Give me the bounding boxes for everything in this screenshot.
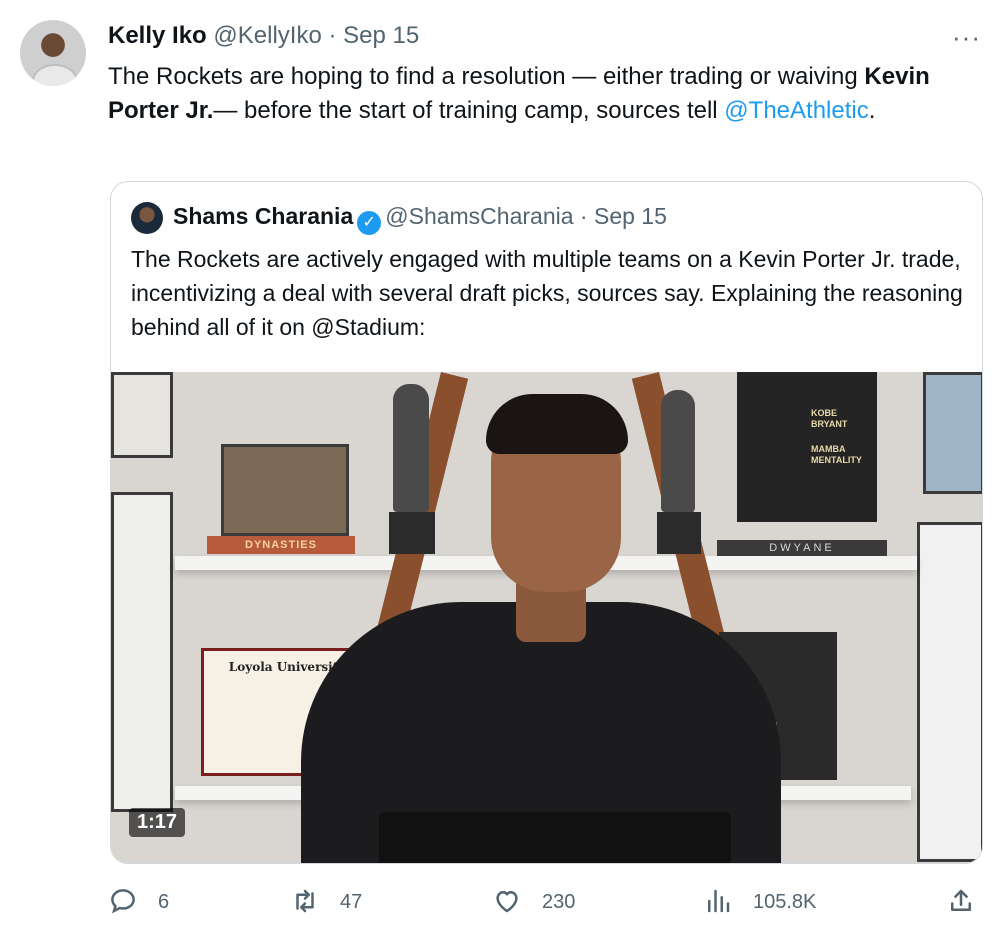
tweet-text-part: — before the start of training camp, sou… [213, 97, 725, 124]
quoted-tweet[interactable]: Shams Charania ✓ @ShamsCharania · Sep 15 T… [110, 181, 983, 864]
reply-icon [108, 886, 140, 918]
wall-frame [111, 492, 173, 812]
views-icon [703, 886, 735, 918]
tweet-text: The Rockets are hoping to find a resolut… [108, 60, 978, 128]
wall-frame [111, 372, 173, 458]
retweet-count: 47 [340, 890, 363, 913]
quoted-text: The Rockets are actively engaged with mu… [131, 246, 963, 340]
tweet-date[interactable]: Sep 15 [343, 22, 419, 49]
reply-button[interactable]: 6 [108, 880, 169, 924]
quoted-date[interactable]: Sep 15 [594, 203, 667, 229]
like-count: 230 [542, 890, 576, 913]
trophy [393, 384, 429, 512]
wall-frame [923, 372, 982, 494]
meta-separator: · [321, 22, 344, 49]
author-avatar[interactable] [20, 20, 86, 86]
wall-frame [917, 522, 982, 862]
tweet-actions: 6 47 230 105.8K [0, 880, 1000, 924]
quoted-header: Shams Charania ✓ @ShamsCharania · Sep 15 [173, 203, 667, 235]
tweet-text-part: . [868, 97, 876, 124]
book-title-mamba: MAMBA MENTALITY [811, 444, 862, 465]
author-handle[interactable]: @KellyIko [213, 22, 321, 49]
heart-icon [492, 886, 524, 918]
meta-separator: · [573, 203, 594, 229]
book-title-kobe: KOBE BRYANT [811, 408, 848, 429]
views-count: 105.8K [753, 890, 817, 913]
tweet[interactable]: Kelly Iko @KellyIko · Sep 15 ··· The Roc… [0, 0, 1000, 942]
tweet-header: Kelly Iko @KellyIko · Sep 15 [108, 22, 419, 50]
share-button[interactable] [946, 880, 996, 924]
mention-link[interactable]: @TheAthletic [724, 97, 868, 124]
photo-frame [221, 444, 349, 536]
quoted-author-handle[interactable]: @ShamsCharania [385, 203, 573, 229]
more-options-icon[interactable]: ··· [952, 22, 981, 53]
author-name[interactable]: Kelly Iko [108, 22, 207, 49]
presenter-hair [486, 394, 628, 454]
reply-count: 6 [158, 890, 170, 913]
retweet-icon [290, 886, 322, 918]
views-button[interactable]: 105.8K [703, 880, 816, 924]
laptop [379, 812, 731, 863]
trophy-base [657, 512, 701, 554]
quoted-author-avatar[interactable] [131, 202, 163, 234]
video-duration: 1:17 [129, 808, 186, 837]
book-dynasties: DYNASTIES [207, 536, 355, 554]
trophy [661, 390, 695, 512]
video-player[interactable]: DYNASTIES KOBE BRYANT MAMBA MENTALITY DW… [111, 372, 982, 863]
verified-badge-icon: ✓ [357, 211, 382, 235]
book-dwyane: DWYANE [717, 540, 887, 556]
share-icon [946, 886, 978, 918]
like-button[interactable]: 230 [492, 880, 575, 924]
trophy-base [389, 512, 435, 554]
tweet-text-part: The Rockets are hoping to find a resolut… [108, 63, 865, 90]
retweet-button[interactable]: 47 [290, 880, 362, 924]
quoted-author-name[interactable]: Shams Charania [173, 203, 353, 229]
